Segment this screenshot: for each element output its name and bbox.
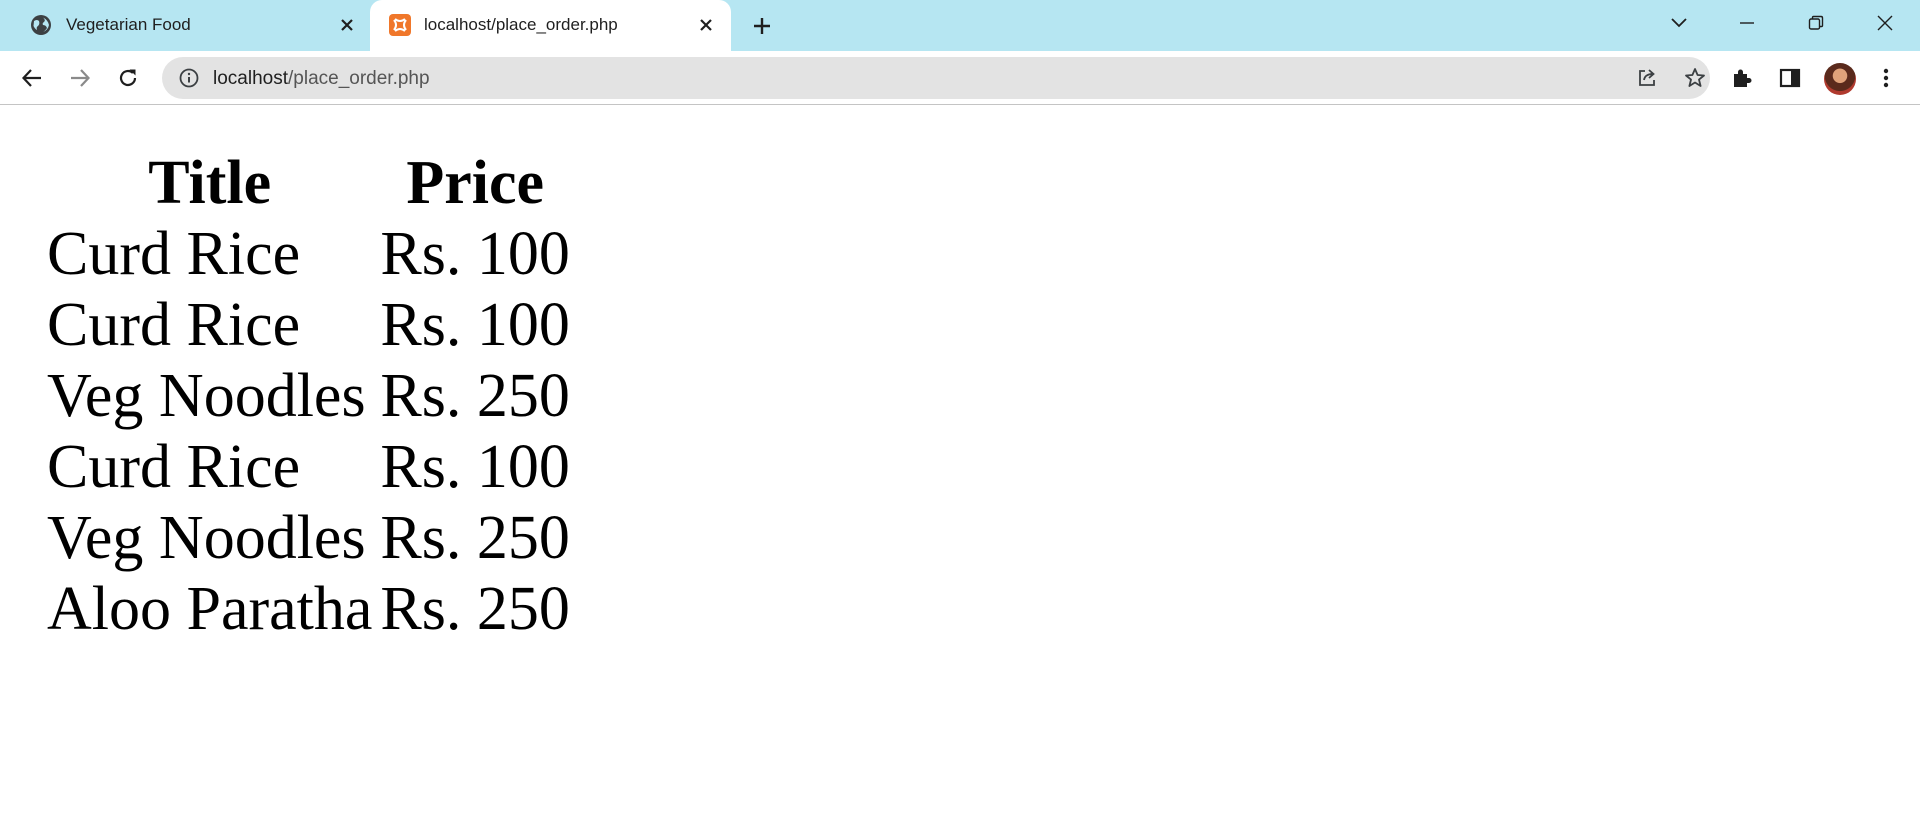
item-title: Veg Noodles <box>47 361 366 430</box>
close-window-button[interactable] <box>1867 8 1903 38</box>
page-content: Title Price Curd Rice Rs. 100 Curd Rice … <box>0 106 1920 835</box>
tab-vegetarian-food[interactable]: Vegetarian Food <box>0 0 370 51</box>
item-title: Curd Rice <box>47 432 301 501</box>
table-row: Aloo Paratha Rs. 250 <box>45 574 572 643</box>
minimize-icon <box>1740 22 1754 24</box>
extensions-button[interactable] <box>1727 63 1757 93</box>
menu-button[interactable] <box>1871 63 1901 93</box>
close-icon <box>1877 15 1893 31</box>
info-icon[interactable] <box>178 67 200 89</box>
item-title: Curd Rice <box>47 219 301 288</box>
url-host: localhost <box>213 68 288 89</box>
profile-avatar[interactable] <box>1824 63 1856 95</box>
tab-title: localhost/place_order.php <box>424 15 618 34</box>
item-price: Rs. 250 <box>380 361 570 430</box>
item-price: Rs. 100 <box>380 432 570 501</box>
more-vert-icon <box>1883 68 1889 88</box>
address-bar[interactable]: localhost/place_order.php <box>162 57 1710 99</box>
globe-icon <box>30 14 52 36</box>
tab-strip: Vegetarian Food localhost/place_order.ph… <box>0 0 1920 51</box>
new-tab-button[interactable] <box>748 12 776 40</box>
item-title: Veg Noodles <box>47 503 366 572</box>
reload-button[interactable] <box>113 63 143 93</box>
side-panel-button[interactable] <box>1775 63 1805 93</box>
arrow-right-icon <box>71 69 91 87</box>
tab-search-button[interactable] <box>1661 8 1697 38</box>
xampp-icon <box>389 14 411 36</box>
tab-place-order[interactable]: localhost/place_order.php <box>370 0 731 51</box>
item-price: Rs. 250 <box>380 574 570 643</box>
star-icon[interactable] <box>1683 66 1707 90</box>
item-price: Rs. 250 <box>380 503 570 572</box>
item-title: Curd Rice <box>47 290 301 359</box>
table-row: Curd Rice Rs. 100 <box>45 290 572 359</box>
close-icon[interactable] <box>694 13 718 37</box>
close-icon[interactable] <box>335 13 359 37</box>
puzzle-icon <box>1734 69 1752 87</box>
table-row: Veg Noodles Rs. 250 <box>45 361 572 430</box>
plus-icon <box>754 18 770 34</box>
forward-button[interactable] <box>65 63 95 93</box>
restore-button[interactable] <box>1798 8 1834 38</box>
item-price: Rs. 100 <box>380 219 570 288</box>
back-button[interactable] <box>17 63 47 93</box>
orders-table: Title Price Curd Rice Rs. 100 Curd Rice … <box>41 146 576 647</box>
restore-icon <box>1808 15 1824 30</box>
arrow-left-icon <box>21 69 41 87</box>
column-header-title: Title <box>148 149 272 217</box>
item-title: Aloo Paratha <box>47 574 373 643</box>
browser-toolbar: localhost/place_order.php <box>0 51 1920 105</box>
table-row: Curd Rice Rs. 100 <box>45 219 572 288</box>
tab-title: Vegetarian Food <box>66 15 191 34</box>
table-row: Curd Rice Rs. 100 <box>45 432 572 501</box>
side-panel-icon <box>1779 68 1801 88</box>
table-row: Veg Noodles Rs. 250 <box>45 503 572 572</box>
minimize-button[interactable] <box>1729 8 1765 38</box>
reload-icon <box>119 69 137 87</box>
url-text: localhost/place_order.php <box>213 68 430 90</box>
chevron-down-icon <box>1671 18 1687 28</box>
table-header-row: Title Price <box>45 150 572 217</box>
url-path: /place_order.php <box>288 68 430 89</box>
item-price: Rs. 100 <box>380 290 570 359</box>
column-header-price: Price <box>406 149 544 217</box>
share-icon[interactable] <box>1635 66 1659 90</box>
